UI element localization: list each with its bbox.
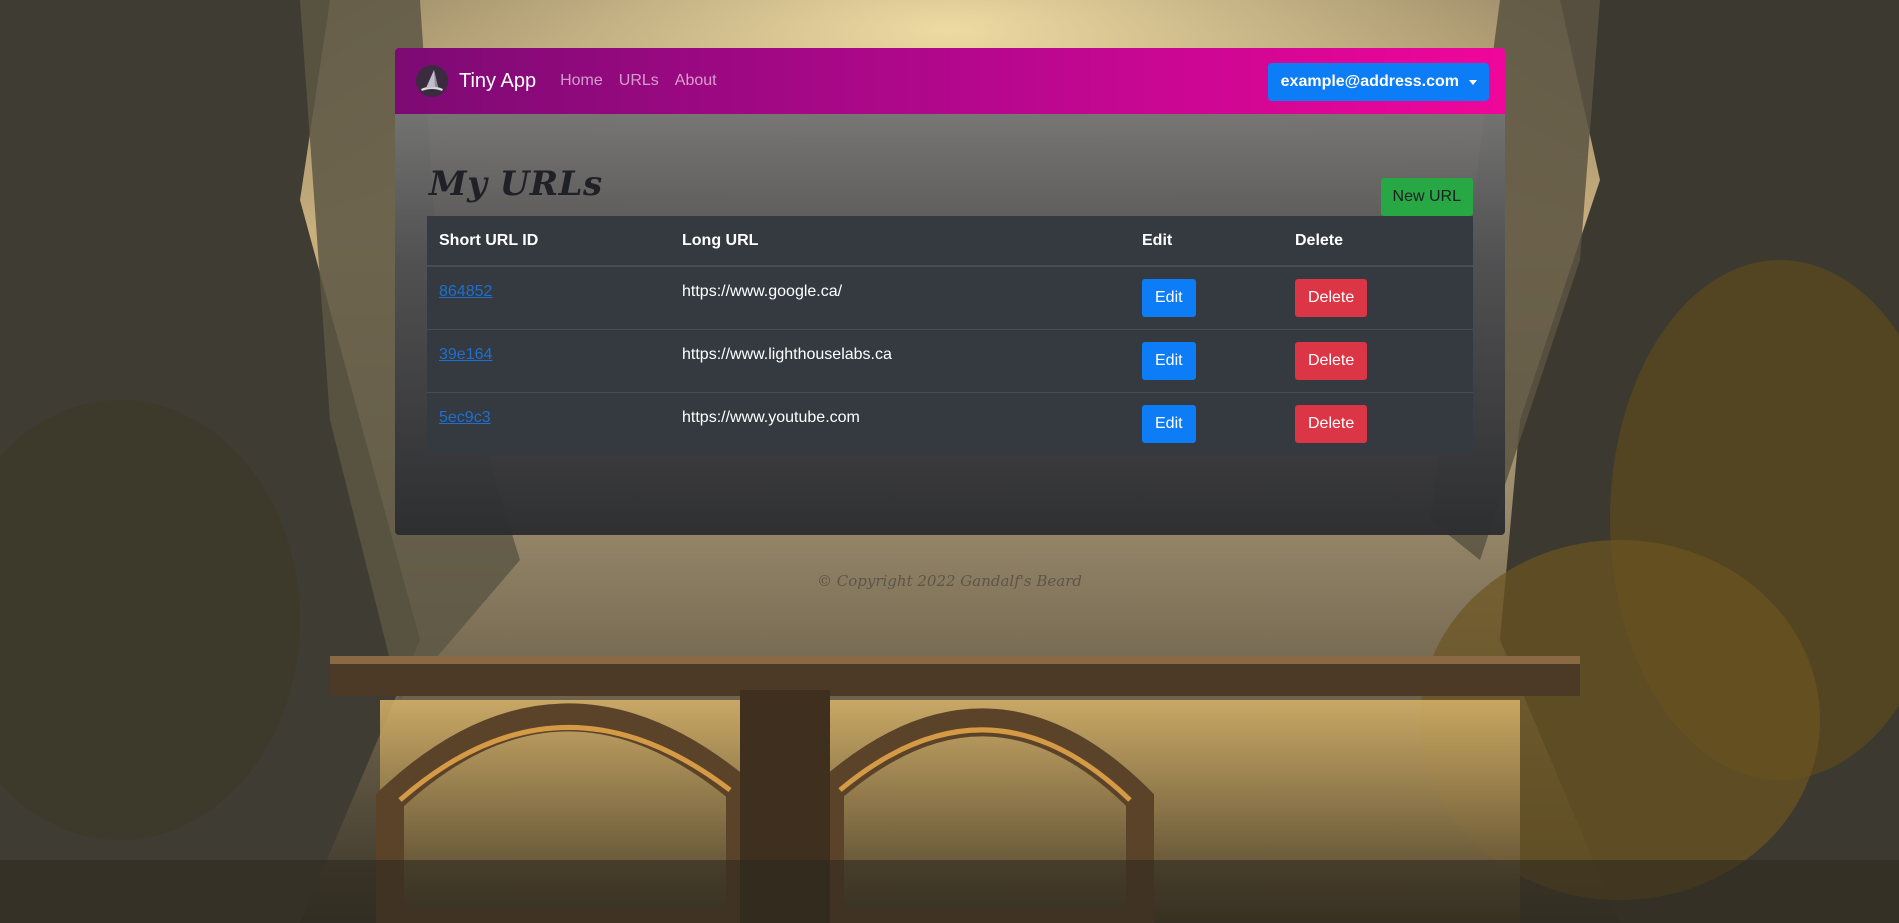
short-url-link[interactable]: 5ec9c3 [439, 393, 658, 427]
table-row: 5ec9c3 https://www.youtube.com Edit Dele… [427, 392, 1473, 455]
brand-name: Tiny App [459, 69, 537, 92]
user-email: example@address.com [1280, 73, 1459, 90]
long-url-text: https://www.youtube.com [682, 408, 860, 426]
nav-link-about[interactable]: About [675, 72, 717, 90]
column-header-edit: Edit [1130, 216, 1283, 267]
page-title: My URLs [429, 164, 603, 204]
brand-link[interactable]: Tiny App [415, 64, 536, 98]
table-header-row: Short URL ID Long URL Edit Delete [427, 216, 1473, 267]
urls-table: Short URL ID Long URL Edit Delete 864852… [427, 216, 1473, 455]
main-content-panel: My URLs New URL Short URL ID Long URL Ed… [395, 114, 1505, 535]
edit-button[interactable]: Edit [1142, 279, 1196, 317]
navbar: Tiny App Home URLs About example@address… [395, 48, 1505, 114]
caret-down-icon [1469, 80, 1477, 85]
long-url-text: https://www.lighthouselabs.ca [682, 345, 892, 363]
nav-links: Home URLs About [560, 72, 733, 90]
table-row: 39e164 https://www.lighthouselabs.ca Edi… [427, 329, 1473, 393]
short-url-link[interactable]: 864852 [439, 267, 658, 301]
delete-button[interactable]: Delete [1295, 279, 1368, 317]
table-row: 864852 https://www.google.ca/ Edit Delet… [427, 266, 1473, 330]
nav-link-home[interactable]: Home [560, 72, 603, 90]
edit-button[interactable]: Edit [1142, 341, 1196, 380]
footer-copyright: © Copyright 2022 Gandalf's Beard [816, 572, 1082, 590]
edit-button[interactable]: Edit [1142, 404, 1196, 443]
column-header-delete: Delete [1283, 216, 1473, 267]
user-dropdown-button[interactable]: example@address.com [1267, 63, 1489, 101]
short-url-link[interactable]: 39e164 [439, 330, 658, 364]
delete-button[interactable]: Delete [1295, 404, 1368, 443]
wizard-hat-icon [416, 65, 448, 97]
column-header-short-url-id: Short URL ID [427, 216, 670, 267]
delete-button[interactable]: Delete [1295, 341, 1368, 380]
long-url-text: https://www.google.ca/ [682, 283, 843, 300]
column-header-long-url: Long URL [670, 216, 1130, 267]
new-url-button[interactable]: New URL [1380, 178, 1473, 216]
nav-link-urls[interactable]: URLs [619, 72, 659, 90]
